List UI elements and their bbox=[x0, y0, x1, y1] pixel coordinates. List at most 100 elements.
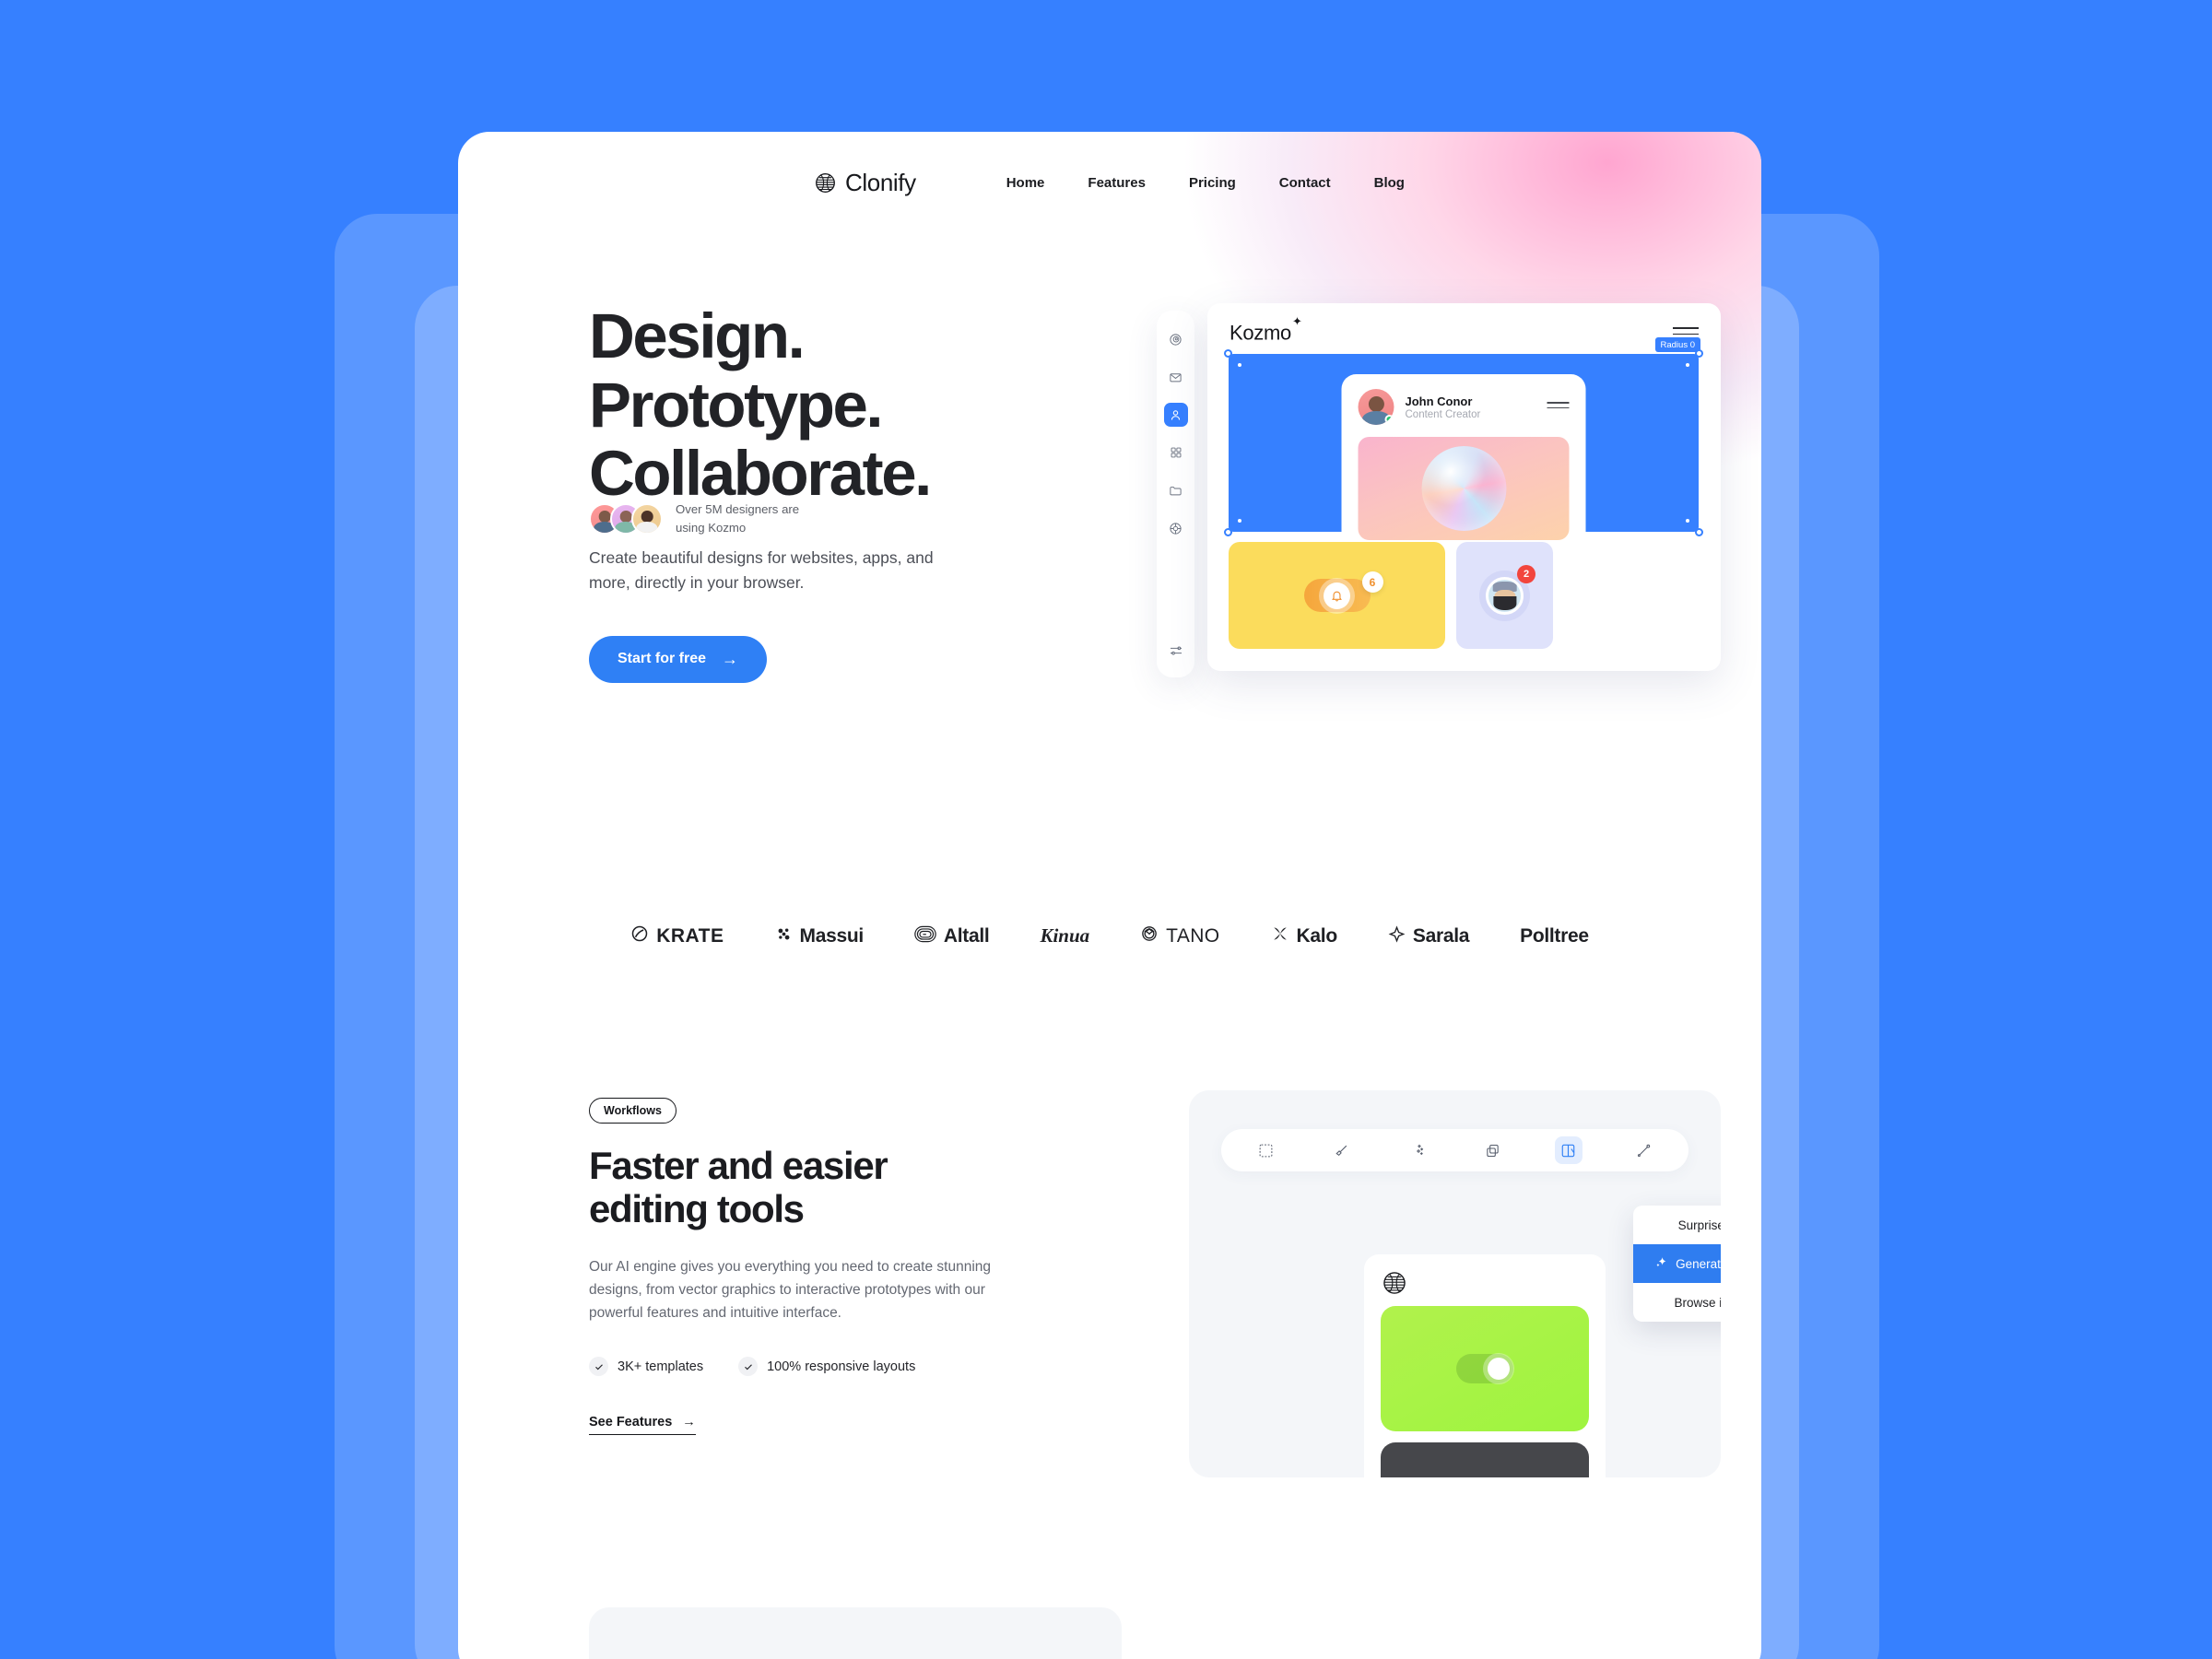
menu-item-browse-ideas[interactable]: Browse ideas bbox=[1633, 1283, 1721, 1322]
resize-handle-br[interactable] bbox=[1695, 528, 1703, 536]
selected-frame[interactable]: Radius 0 566×314 bbox=[1224, 337, 1703, 557]
check-label: 3K+ templates bbox=[618, 1359, 704, 1374]
top-navigation: Clonify Home Features Pricing Contact Bl… bbox=[458, 132, 1761, 233]
notification-card: 6 bbox=[1229, 542, 1445, 649]
sparkles-icon[interactable] bbox=[1404, 1136, 1431, 1164]
select-frame-icon[interactable] bbox=[1253, 1136, 1280, 1164]
check-icon bbox=[589, 1357, 608, 1377]
logo-kalo: Kalo bbox=[1271, 924, 1337, 947]
bell-icon bbox=[1324, 582, 1350, 609]
ai-context-menu: Surprise me Generate with AI Browse idea… bbox=[1633, 1206, 1721, 1322]
iridescent-orb-icon bbox=[1421, 446, 1506, 531]
grid-icon[interactable] bbox=[1164, 441, 1188, 465]
nav-link-home[interactable]: Home bbox=[1006, 175, 1045, 191]
avatar bbox=[631, 502, 663, 535]
circle-slash-icon bbox=[630, 924, 649, 947]
social-proof-text: Over 5M designers are using Kozmo bbox=[676, 500, 799, 537]
features-heading: Faster and easier editing tools bbox=[589, 1144, 1013, 1231]
toggle-knob bbox=[1488, 1358, 1510, 1380]
status-badge bbox=[1384, 415, 1394, 424]
menu-item-generate-with-ai[interactable]: Generate with AI bbox=[1633, 1244, 1721, 1283]
image-icon[interactable] bbox=[1554, 1136, 1583, 1164]
sparkle-icon: ✦ bbox=[1291, 314, 1302, 328]
resize-handle-tl[interactable] bbox=[1224, 349, 1232, 358]
hero-title-line-1: Design. bbox=[589, 300, 806, 371]
hero-app-mockup: Kozmo✦ Radius 0 566×314 bbox=[1157, 303, 1721, 686]
mail-icon[interactable] bbox=[1164, 365, 1188, 389]
list-item: 3K+ templates bbox=[589, 1357, 704, 1377]
bell-toggle[interactable]: 6 bbox=[1303, 571, 1383, 612]
menu-item-label: Surprise me bbox=[1677, 1218, 1721, 1232]
globe-stripes-icon bbox=[815, 172, 836, 194]
globe-stripes-icon bbox=[1382, 1271, 1406, 1295]
mockup-app-title: Kozmo✦ bbox=[1230, 314, 1302, 345]
corner-radius-dot-bl[interactable] bbox=[1238, 519, 1241, 523]
logo-label: Polltree bbox=[1520, 924, 1589, 947]
logo-massui: Massui bbox=[775, 925, 864, 947]
logo-label: Sarala bbox=[1412, 924, 1470, 947]
duplicate-icon[interactable] bbox=[1479, 1136, 1507, 1164]
hero-subtitle: Create beautiful designs for websites, a… bbox=[589, 547, 934, 592]
features-mockup: Surprise me Generate with AI Browse idea… bbox=[1189, 1090, 1721, 1477]
list-item: 100% responsive layouts bbox=[738, 1357, 916, 1377]
spiral-icon[interactable] bbox=[1164, 327, 1188, 351]
nav-link-contact[interactable]: Contact bbox=[1279, 175, 1331, 191]
resize-handle-bl[interactable] bbox=[1224, 528, 1232, 536]
check-label: 100% responsive layouts bbox=[767, 1359, 916, 1374]
sparkle-icon bbox=[1655, 1256, 1667, 1271]
bottom-teaser-panel bbox=[589, 1607, 1122, 1659]
lifebuoy-icon[interactable] bbox=[1164, 516, 1188, 540]
features-check-list: 3K+ templates 100% responsive layouts bbox=[589, 1357, 1142, 1377]
start-for-free-button[interactable]: Start for free → bbox=[589, 635, 768, 683]
features-heading-line-1: Faster and easier bbox=[589, 1144, 888, 1187]
nav-link-features[interactable]: Features bbox=[1088, 175, 1146, 191]
social-proof-line-2: using Kozmo bbox=[676, 520, 747, 535]
features-section: Workflows Faster and easier editing tool… bbox=[589, 1098, 1142, 1436]
sliders-icon[interactable] bbox=[1169, 643, 1183, 663]
page-sheet: Clonify Home Features Pricing Contact Bl… bbox=[458, 132, 1761, 1659]
resize-handle-tr[interactable] bbox=[1695, 349, 1703, 358]
page-title: Design. Prototype. Collaborate. bbox=[589, 300, 1105, 510]
sparkle-icon bbox=[1388, 924, 1406, 947]
nav-link-pricing[interactable]: Pricing bbox=[1189, 175, 1236, 191]
corner-radius-dot-tr[interactable] bbox=[1686, 363, 1689, 367]
check-icon bbox=[738, 1357, 759, 1377]
cta-label: Start for free bbox=[618, 651, 707, 667]
brush-icon[interactable] bbox=[1328, 1136, 1356, 1164]
profile-card-header: John Conor Content Creator bbox=[1358, 389, 1570, 425]
menu-item-surprise-me[interactable]: Surprise me bbox=[1633, 1206, 1721, 1244]
editor-artboard bbox=[1364, 1254, 1606, 1477]
logo-label: Kalo bbox=[1296, 924, 1338, 947]
clover-diamond-icon bbox=[1140, 924, 1159, 947]
editor-toolbar bbox=[1221, 1129, 1688, 1171]
user-icon[interactable] bbox=[1163, 403, 1188, 427]
folder-icon[interactable] bbox=[1164, 478, 1188, 502]
radius-tooltip: Radius 0 bbox=[1654, 337, 1700, 352]
avatar bbox=[1358, 389, 1394, 425]
dark-sparkle-card bbox=[1381, 1442, 1589, 1477]
mockup-canvas: Kozmo✦ Radius 0 566×314 bbox=[1207, 303, 1721, 671]
profile-name: John Conor bbox=[1405, 394, 1473, 408]
mockup-app-name: Kozmo bbox=[1230, 321, 1291, 345]
see-features-label: See Features bbox=[589, 1415, 673, 1430]
hero-title-line-3: Collaborate. bbox=[589, 438, 932, 510]
social-proof: Over 5M designers are using Kozmo bbox=[589, 500, 799, 537]
see-features-link[interactable]: See Features → bbox=[589, 1415, 696, 1436]
profile-card-artwork bbox=[1358, 437, 1570, 540]
nav-links: Home Features Pricing Contact Blog bbox=[1006, 175, 1405, 191]
brand-logo[interactable]: Clonify bbox=[815, 169, 916, 197]
member-count-badge: 2 bbox=[1517, 564, 1535, 583]
corner-radius-dot-br[interactable] bbox=[1686, 519, 1689, 523]
logo-label: KRATE bbox=[656, 924, 724, 947]
features-body: Our AI engine gives you everything you n… bbox=[589, 1258, 992, 1322]
member-card: 2 bbox=[1456, 542, 1553, 649]
toggle-switch[interactable] bbox=[1456, 1354, 1513, 1383]
pen-path-icon[interactable] bbox=[1630, 1136, 1658, 1164]
nav-link-blog[interactable]: Blog bbox=[1374, 175, 1405, 191]
spiral-square-icon bbox=[914, 925, 936, 947]
hamburger-menu-icon[interactable] bbox=[1547, 402, 1570, 412]
brand-name: Clonify bbox=[845, 168, 916, 196]
corner-radius-dot-tl[interactable] bbox=[1238, 363, 1241, 367]
hero-title-line-2: Prototype. bbox=[589, 369, 884, 441]
green-toggle-card bbox=[1381, 1306, 1589, 1431]
